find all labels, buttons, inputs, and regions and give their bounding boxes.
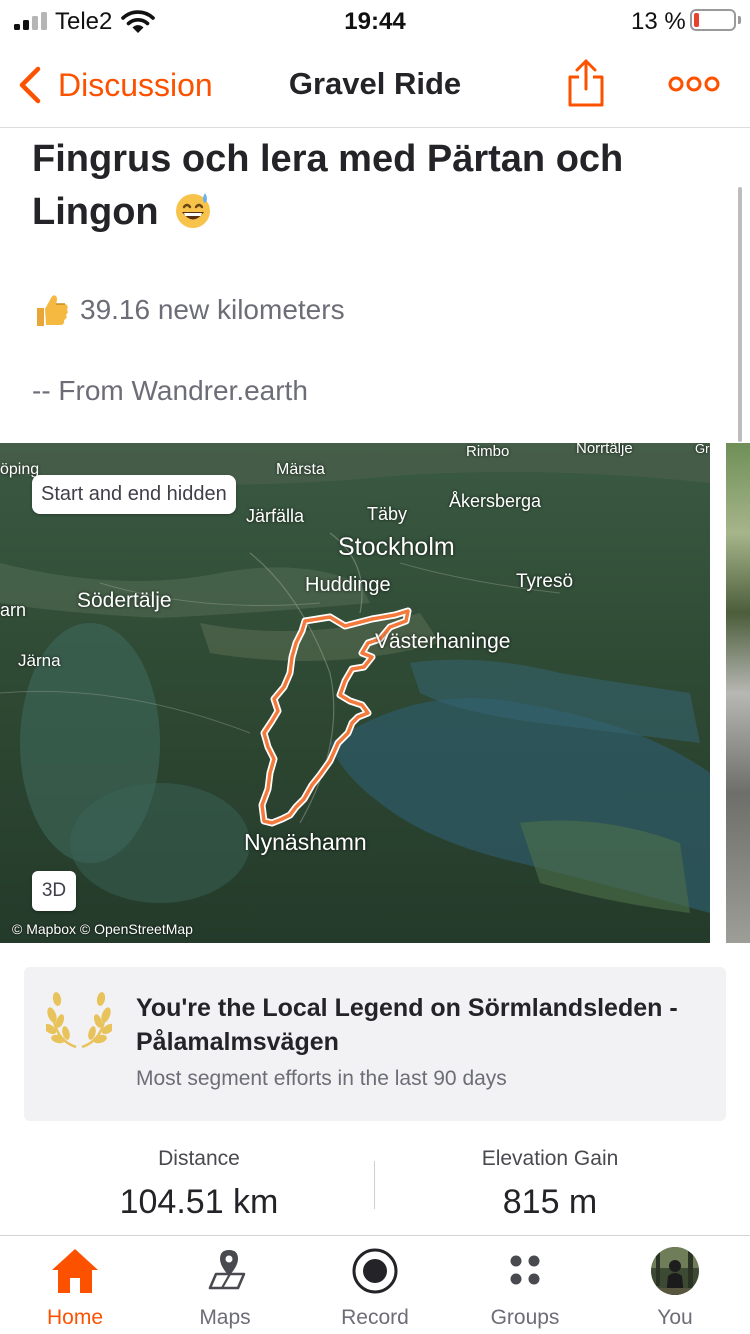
back-button-label: Discussion bbox=[58, 66, 213, 103]
share-icon[interactable] bbox=[566, 58, 606, 108]
map-place-label: Märsta bbox=[276, 461, 325, 478]
grinning-sweat-emoji-icon bbox=[176, 193, 211, 228]
map-place-label: Åkersberga bbox=[449, 491, 542, 511]
route-map[interactable]: Rimbo Norrtälje Gr öping Märsta Järfälla… bbox=[0, 443, 710, 943]
distance-label: Distance bbox=[158, 1147, 240, 1170]
activity-content[interactable]: Fingrus och lera med Pärtan och Lingon 3… bbox=[0, 129, 750, 1235]
tab-you[interactable]: You bbox=[600, 1236, 750, 1334]
activity-title-text: Fingrus och lera med Pärtan och Lingon bbox=[32, 138, 624, 233]
tab-label: Home bbox=[46, 1306, 104, 1329]
satellite-map-background bbox=[0, 443, 710, 943]
map-place-label: Norrtälje bbox=[576, 443, 633, 457]
thumbs-up-icon bbox=[37, 295, 68, 326]
tab-label: Maps bbox=[199, 1306, 251, 1329]
elevation-label: Elevation Gain bbox=[481, 1147, 619, 1170]
status-bar: Tele2 19:44 13 % bbox=[0, 0, 750, 44]
back-button[interactable]: Discussion bbox=[14, 62, 213, 108]
tab-label: Groups bbox=[490, 1306, 560, 1329]
elevation-stat: Elevation Gain 815 m bbox=[375, 1147, 725, 1222]
map-place-label: arn bbox=[0, 600, 27, 620]
privacy-badge: Start and end hidden bbox=[32, 475, 236, 514]
local-legend-card[interactable]: You're the Local Legend on Sörmlandslede… bbox=[24, 967, 726, 1121]
map-place-label: öping bbox=[0, 461, 40, 478]
map-place-label: Stockholm bbox=[338, 533, 455, 561]
tab-label: Record bbox=[341, 1306, 409, 1329]
navigation-bar: Discussion Gravel Ride bbox=[0, 44, 750, 128]
map-place-label: Järna bbox=[18, 651, 61, 670]
map-place-label: Västerhaninge bbox=[375, 630, 511, 653]
tab-groups[interactable]: Groups bbox=[450, 1236, 600, 1334]
map-place-label: Nynäshamn bbox=[244, 829, 367, 855]
3d-toggle-button[interactable]: 3D bbox=[32, 871, 76, 911]
groups-icon bbox=[510, 1255, 540, 1285]
tab-record[interactable]: Record bbox=[300, 1236, 450, 1334]
tab-maps[interactable]: Maps bbox=[150, 1236, 300, 1334]
tab-bar: Home Maps Record Groups You bbox=[0, 1235, 750, 1334]
map-attribution[interactable]: © Mapbox © OpenStreetMap bbox=[12, 921, 193, 937]
avatar bbox=[651, 1247, 699, 1295]
distance-value: 104.51 km bbox=[119, 1183, 279, 1221]
map-place-label: Rimbo bbox=[466, 443, 510, 460]
distance-stat: Distance 104.51 km bbox=[24, 1147, 374, 1222]
source-text: -- From Wandrer.earth bbox=[32, 375, 308, 406]
battery-percentage: 13 % bbox=[631, 8, 686, 35]
battery-cap bbox=[738, 16, 741, 24]
map-place-label: Täby bbox=[367, 504, 408, 524]
laurel-wreath-icon bbox=[46, 992, 112, 1049]
map-place-label: Järfälla bbox=[246, 506, 305, 526]
next-photo-preview[interactable] bbox=[726, 443, 750, 943]
tab-label: You bbox=[657, 1306, 693, 1329]
map-place-label: Gr bbox=[695, 443, 710, 456]
battery-level-fill bbox=[694, 13, 699, 27]
local-legend-title: You're the Local Legend on Sörmlandslede… bbox=[136, 994, 678, 1056]
map-place-label: Södertälje bbox=[77, 589, 172, 612]
local-legend-subtitle: Most segment efforts in the last 90 days bbox=[136, 1067, 507, 1090]
new-kilometers-line: 39.16 new kilometers bbox=[32, 291, 345, 329]
map-place-label: Huddinge bbox=[305, 574, 391, 596]
map-icon bbox=[208, 1250, 246, 1290]
scroll-indicator bbox=[738, 187, 742, 442]
activity-title: Fingrus och lera med Pärtan och Lingon bbox=[32, 133, 632, 239]
tab-home[interactable]: Home bbox=[0, 1236, 150, 1334]
battery-icon bbox=[690, 9, 736, 31]
home-icon bbox=[52, 1249, 98, 1293]
record-icon bbox=[352, 1248, 398, 1294]
map-place-label: Tyresö bbox=[516, 571, 574, 592]
more-icon[interactable] bbox=[668, 72, 720, 96]
new-kilometers-text: 39.16 new kilometers bbox=[80, 294, 345, 325]
elevation-value: 815 m bbox=[502, 1183, 598, 1221]
chevron-left-icon bbox=[19, 66, 41, 104]
